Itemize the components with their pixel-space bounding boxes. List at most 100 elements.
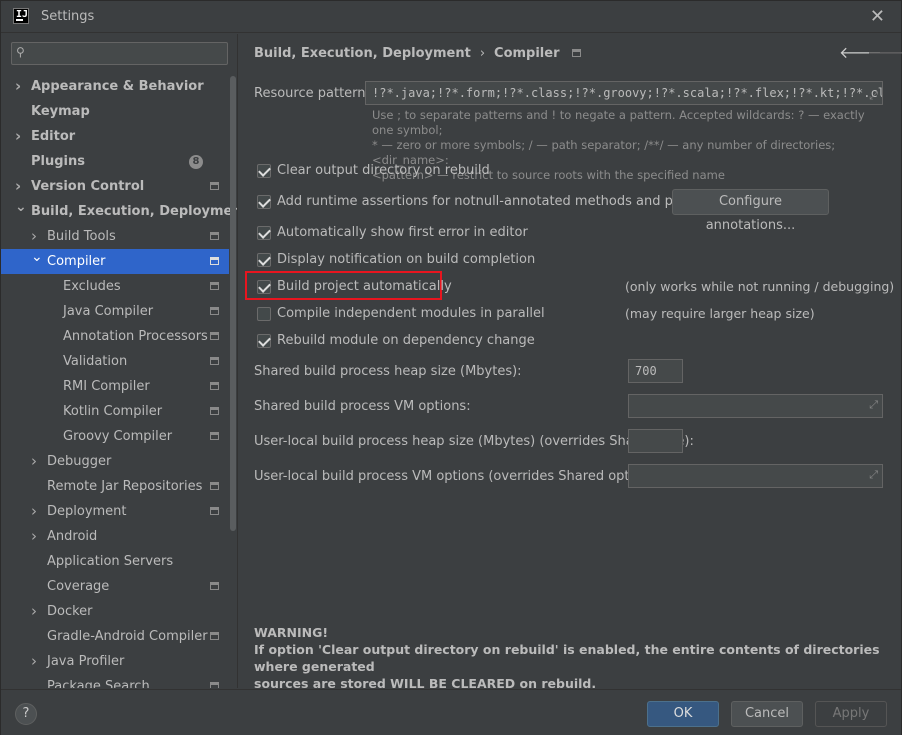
sidebar-item-java-profiler[interactable]: › Java Profiler: [1, 649, 229, 674]
search-icon: ⚲: [16, 45, 25, 59]
warning-message: WARNING! If option 'Clear output directo…: [254, 624, 889, 692]
search-field[interactable]: ⚲: [11, 42, 228, 65]
sidebar-item-label: Debugger: [47, 454, 112, 469]
sidebar-item-debugger[interactable]: › Debugger: [1, 449, 229, 474]
chevron-right-icon[interactable]: ›: [15, 124, 21, 149]
resource-patterns-input[interactable]: !?*.java;!?*.form;!?*.class;!?*.groovy;!…: [365, 81, 883, 105]
sidebar-item-label: Java Compiler: [63, 304, 154, 319]
heap-size-label: Shared build process heap size (Mbytes):: [254, 364, 522, 379]
chevron-right-icon[interactable]: ›: [31, 499, 37, 524]
sidebar-item-label: Compiler: [47, 254, 106, 269]
rebuild-module-checkbox[interactable]: [257, 334, 271, 348]
sidebar-item-rmi-compiler[interactable]: RMI Compiler: [1, 374, 229, 399]
sidebar-item-keymap[interactable]: Keymap: [1, 99, 229, 124]
project-scope-icon: [571, 49, 581, 57]
sidebar-item-excludes[interactable]: Excludes: [1, 274, 229, 299]
hint-line: Use ; to separate patterns and ! to nega…: [372, 108, 865, 137]
sidebar-item-gradle-android-compiler[interactable]: Gradle-Android Compiler: [1, 624, 229, 649]
sidebar-item-kotlin-compiler[interactable]: Kotlin Compiler: [1, 399, 229, 424]
arrow-right-icon[interactable]: 🡒: [867, 42, 902, 62]
sidebar-item-java-compiler[interactable]: Java Compiler: [1, 299, 229, 324]
breadcrumb: Build, Execution, Deployment › Compiler: [254, 46, 581, 61]
sidebar-item-editor[interactable]: › Editor: [1, 124, 229, 149]
project-scope-icon: [210, 482, 219, 490]
sidebar-item-package-search[interactable]: Package Search: [1, 674, 229, 688]
sidebar-item-label: Editor: [31, 129, 76, 144]
sidebar-item-label: RMI Compiler: [63, 379, 150, 394]
sidebar-item-compiler[interactable]: ⌄ Compiler: [1, 249, 229, 274]
sidebar-item-label: Build Tools: [47, 229, 116, 244]
settings-tree: › Appearance & Behavior Keymap › Editor Plugi…: [1, 74, 237, 688]
show-first-error-label: Automatically show first error in editor: [277, 225, 528, 240]
local-vm-input[interactable]: ⤢: [628, 464, 883, 488]
runtime-assertions-checkbox[interactable]: [257, 195, 271, 209]
display-notification-checkbox[interactable]: [257, 253, 271, 267]
sidebar-item-remote-jar-repositories[interactable]: Remote Jar Repositories: [1, 474, 229, 499]
intellij-logo-icon: IJ: [13, 8, 29, 24]
show-first-error-checkbox[interactable]: [257, 226, 271, 240]
expand-icon[interactable]: ⤢: [869, 398, 878, 412]
sidebar-item-coverage[interactable]: Coverage: [1, 574, 229, 599]
sidebar-item-version-control[interactable]: › Version Control: [1, 174, 229, 199]
sidebar-item-label: Keymap: [31, 104, 90, 119]
vm-options-input[interactable]: ⤢: [628, 394, 883, 418]
display-notification-label: Display notification on build completion: [277, 252, 536, 267]
configure-annotations-button[interactable]: Configure annotations...: [672, 189, 829, 233]
clear-output-label: Clear output directory on rebuild: [277, 163, 490, 178]
warning-title: WARNING!: [254, 625, 329, 640]
compiler-settings-panel: Build, Execution, Deployment › Compiler 🡐 …: [239, 34, 902, 691]
vm-options-label: Shared build process VM options:: [254, 399, 471, 414]
sidebar-item-groovy-compiler[interactable]: Groovy Compiler: [1, 424, 229, 449]
chevron-right-icon[interactable]: ›: [31, 599, 37, 624]
breadcrumb-separator: ›: [479, 46, 486, 61]
sidebar-item-application-servers[interactable]: Application Servers: [1, 549, 229, 574]
cancel-button[interactable]: Cancel: [731, 701, 803, 727]
sidebar-item-label: Annotation Processors: [63, 329, 208, 344]
help-button[interactable]: ?: [15, 703, 37, 725]
sidebar-item-docker[interactable]: › Docker: [1, 599, 229, 624]
expand-icon[interactable]: ⤢: [869, 468, 878, 482]
sidebar-item-label: Deployment: [47, 504, 127, 519]
compile-parallel-checkbox[interactable]: [257, 307, 271, 321]
window-title: Settings: [41, 9, 95, 24]
clear-output-checkbox[interactable]: [257, 164, 271, 178]
ok-button[interactable]: OK: [647, 701, 719, 727]
expand-icon[interactable]: ⤢: [869, 85, 878, 104]
apply-button[interactable]: Apply: [815, 701, 887, 727]
sidebar-item-deployment[interactable]: › Deployment: [1, 499, 229, 524]
sidebar-item-label: Coverage: [47, 579, 110, 594]
local-heap-input[interactable]: [628, 429, 683, 453]
sidebar-item-plugins[interactable]: Plugins 8: [1, 149, 229, 174]
search-input[interactable]: [36, 45, 221, 62]
chevron-right-icon[interactable]: ›: [15, 74, 21, 99]
sidebar-item-label: Plugins: [31, 154, 85, 169]
settings-sidebar: ⚲ › Appearance & Behavior Keymap › Editor Plu…: [1, 34, 238, 688]
sidebar-item-validation[interactable]: Validation: [1, 349, 229, 374]
project-scope-icon: [210, 632, 219, 640]
resource-patterns-value: !?*.java;!?*.form;!?*.class;!?*.groovy;!…: [372, 86, 882, 100]
close-icon[interactable]: ✕: [870, 6, 885, 27]
breadcrumb-parent[interactable]: Build, Execution, Deployment: [254, 46, 471, 61]
compile-parallel-label: Compile independent modules in parallel: [277, 306, 545, 321]
chevron-right-icon[interactable]: ›: [31, 449, 37, 474]
sidebar-scrollbar[interactable]: [230, 76, 236, 531]
sidebar-item-appearance-behavior[interactable]: › Appearance & Behavior: [1, 74, 229, 99]
build-automatically-checkbox[interactable]: [257, 280, 271, 294]
chevron-right-icon[interactable]: ›: [31, 524, 37, 549]
project-scope-icon: [210, 307, 219, 315]
compile-parallel-note: (may require larger heap size): [625, 306, 815, 321]
title-bar: IJ Settings ✕: [1, 1, 901, 33]
sidebar-item-android[interactable]: › Android: [1, 524, 229, 549]
build-automatically-label: Build project automatically: [277, 279, 452, 294]
sidebar-item-label: Groovy Compiler: [63, 429, 173, 444]
local-vm-label: User-local build process VM options (ove…: [254, 469, 666, 484]
heap-size-input[interactable]: 700: [628, 359, 683, 383]
sidebar-item-annotation-processors[interactable]: Annotation Processors: [1, 324, 229, 349]
chevron-down-icon[interactable]: ⌄: [31, 245, 43, 270]
chevron-down-icon[interactable]: ⌄: [15, 195, 27, 220]
warning-text: If option 'Clear output directory on reb…: [254, 642, 880, 674]
chevron-right-icon[interactable]: ›: [31, 649, 37, 674]
sidebar-item-label: Excludes: [63, 279, 121, 294]
sidebar-item-build-execution-deployment[interactable]: ⌄ Build, Execution, Deployment: [1, 199, 237, 224]
sidebar-item-label: Version Control: [31, 179, 145, 194]
